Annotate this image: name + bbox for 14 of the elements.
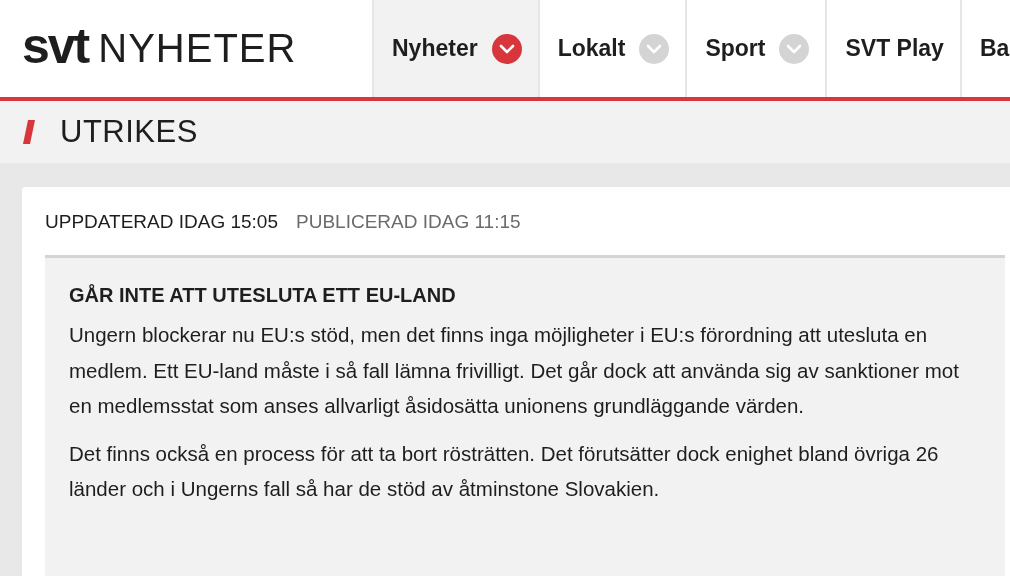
chevron-down-icon — [646, 43, 663, 54]
chevron-down-icon — [786, 43, 803, 54]
chevron-button[interactable] — [491, 33, 522, 64]
published-time: PUBLICERAD IDAG 11:15 — [296, 211, 521, 233]
fact-box-title: GÅR INTE ATT UTESLUTA ETT EU-LAND — [69, 284, 457, 307]
paragraph: Det finns också en process för att ta bort rösträtten. Det förutsätter dock enighet bland övriga 26 länder och i Ungerns fall så har de stöd av åtminstone Slovakien. — [69, 440, 940, 502]
nav-tab[interactable]: Nyheter — [372, 0, 538, 97]
updated-time: UPPDATERAD IDAG 15:05 — [45, 211, 278, 233]
nav-tab[interactable]: Ba — [959, 0, 1010, 97]
paragraph: Ungern blockerar nu EU:s stöd, men det finns inga möjligheter i EU:s förordning att utesluta en medlem. Ett EU-land måste i så fall lämna frivilligt. Det går dock att använda sig av sanktioner mot en medlemsstat som anses allvarligt åsidosätta unionens grundläggande värden. — [69, 322, 960, 419]
section-title: UTRIKES — [60, 114, 198, 150]
slash-icon — [22, 119, 36, 145]
chevron-down-icon — [498, 43, 515, 54]
logo[interactable]: svt NYHETER — [0, 0, 372, 97]
